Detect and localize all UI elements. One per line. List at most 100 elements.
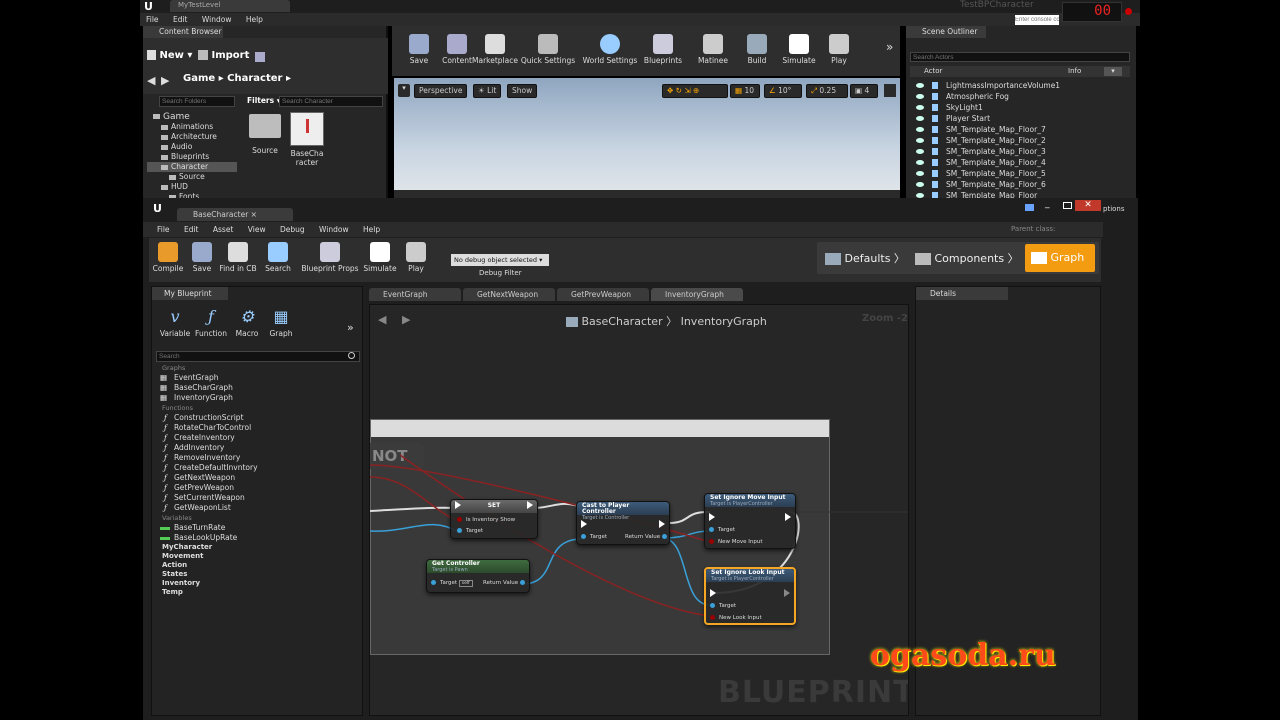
- graph-tab[interactable]: GetNextWeapon: [463, 288, 555, 301]
- search-button[interactable]: Search: [259, 242, 297, 273]
- function-item[interactable]: ƒ RotateCharToControl: [152, 423, 362, 433]
- col-info[interactable]: Info: [1068, 66, 1081, 77]
- details-tab[interactable]: Details: [916, 287, 1008, 300]
- outliner-row[interactable]: LightmassImportanceVolume1: [910, 80, 1130, 91]
- menu-edit[interactable]: Edit: [173, 15, 188, 24]
- function-item[interactable]: ƒ RemoveInventory: [152, 453, 362, 463]
- folder-tree-item[interactable]: Architecture: [147, 132, 237, 142]
- set-node[interactable]: SET Is Inventory Show Target: [450, 499, 538, 539]
- level-tab[interactable]: MyTestLevel: [170, 0, 290, 12]
- col-actor[interactable]: Actor: [924, 66, 942, 77]
- asset-source-folder[interactable]: Source: [247, 114, 283, 155]
- function-item[interactable]: ƒ CreateDefaultInvntory: [152, 463, 362, 473]
- visibility-eye-icon[interactable]: [916, 116, 924, 121]
- bp-menu-help[interactable]: Help: [363, 225, 380, 234]
- menu-file[interactable]: File: [146, 15, 159, 24]
- search-folders-input[interactable]: [159, 96, 235, 107]
- view-options-button[interactable]: ▾: [1104, 67, 1122, 76]
- variable-category[interactable]: Movement: [152, 552, 362, 561]
- outliner-row[interactable]: SM_Template_Map_Floor_5: [910, 168, 1130, 179]
- bp-document-tab[interactable]: BaseCharacter ×: [177, 208, 293, 221]
- close-button[interactable]: ✕: [1075, 200, 1101, 211]
- graph-tab[interactable]: GetPrevWeapon: [557, 288, 649, 301]
- variable-category[interactable]: Action: [152, 561, 362, 570]
- find-in-cb-button[interactable]: Find in CB: [219, 242, 257, 273]
- graph-item[interactable]: ▦ InventoryGraph: [152, 393, 362, 403]
- search-assets-input[interactable]: [279, 96, 383, 107]
- function-item[interactable]: ƒ GetWeaponList: [152, 503, 362, 513]
- folder-tree-item[interactable]: Audio: [147, 142, 237, 152]
- console-input[interactable]: [1015, 15, 1059, 25]
- function-item[interactable]: ƒ AddInventory: [152, 443, 362, 453]
- outliner-row[interactable]: Player Start: [910, 113, 1130, 124]
- camera-speed[interactable]: ▣ 4: [850, 84, 878, 98]
- bp-menu-asset[interactable]: Asset: [213, 225, 234, 234]
- mode-components[interactable]: Components 〉: [915, 250, 1019, 266]
- function-item[interactable]: ƒ ConstructionScript: [152, 413, 362, 423]
- graph-tab[interactable]: EventGraph: [369, 288, 461, 301]
- save-button[interactable]: Save: [183, 242, 221, 273]
- add-function-button[interactable]: ƒ Function: [194, 307, 228, 338]
- bp-menu-debug[interactable]: Debug: [280, 225, 305, 234]
- grid-snap[interactable]: ▦ 10: [730, 84, 760, 98]
- outliner-row[interactable]: SkyLight1: [910, 102, 1130, 113]
- variable-item[interactable]: BaseTurnRate: [152, 523, 362, 533]
- blueprints-button[interactable]: Blueprints: [636, 34, 690, 65]
- set-ignore-move-input-node[interactable]: Set Ignore Move Input Target is PlayerCon…: [704, 493, 796, 549]
- quick-settings-button[interactable]: Quick Settings: [516, 34, 580, 65]
- chat-icon[interactable]: [1025, 204, 1034, 211]
- world-settings-button[interactable]: World Settings: [578, 34, 642, 65]
- function-item[interactable]: ƒ SetCurrentWeapon: [152, 493, 362, 503]
- perspective-button[interactable]: Perspective: [414, 84, 468, 98]
- lit-button[interactable]: ☀ Lit: [473, 84, 502, 98]
- filters-button[interactable]: Filters ▾: [247, 96, 281, 105]
- mode-defaults[interactable]: Defaults 〉: [825, 250, 905, 266]
- simulate-button[interactable]: Simulate: [361, 242, 399, 273]
- play-button[interactable]: Play: [397, 242, 435, 273]
- minimize-button[interactable]: _: [1045, 200, 1057, 210]
- function-item[interactable]: ƒ CreateInventory: [152, 433, 362, 443]
- visibility-eye-icon[interactable]: [916, 149, 924, 154]
- outliner-row[interactable]: SM_Template_Map_Floor_2: [910, 135, 1130, 146]
- breadcrumb-character[interactable]: Character: [227, 73, 282, 84]
- visibility-eye-icon[interactable]: [916, 182, 924, 187]
- nav-back-icon[interactable]: ◀: [147, 74, 155, 87]
- outliner-row[interactable]: SM_Template_Map_Floor_3: [910, 146, 1130, 157]
- my-blueprint-search[interactable]: [156, 351, 360, 362]
- folder-tree-item[interactable]: Animations: [147, 122, 237, 132]
- visibility-eye-icon[interactable]: [916, 138, 924, 143]
- marketplace-button[interactable]: Marketplace: [468, 34, 522, 65]
- bp-menu-view[interactable]: View: [248, 225, 266, 234]
- add-graph-button[interactable]: ▦ Graph: [264, 307, 298, 338]
- options-link[interactable]: ptions: [1103, 205, 1125, 213]
- folder-tree-item[interactable]: Character: [147, 162, 237, 172]
- compile-button[interactable]: Compile: [149, 242, 187, 273]
- set-ignore-look-input-node[interactable]: Set Ignore Look Input Target is PlayerCon…: [704, 567, 796, 625]
- visibility-eye-icon[interactable]: [916, 105, 924, 110]
- variable-category[interactable]: MyCharacter: [152, 543, 362, 552]
- toolbar-more-icon[interactable]: »: [886, 40, 893, 54]
- rotation-snap[interactable]: ∠ 10°: [764, 84, 802, 98]
- blueprint-props-button[interactable]: Blueprint Props: [299, 242, 361, 273]
- add-macro-button[interactable]: ⚙ Macro: [230, 307, 264, 338]
- graph-item[interactable]: ▦ BaseCharGraph: [152, 383, 362, 393]
- show-button[interactable]: Show: [507, 84, 538, 98]
- save-all-icon[interactable]: [255, 52, 265, 62]
- mode-graph[interactable]: Graph: [1025, 244, 1095, 272]
- my-blueprint-tab[interactable]: My Blueprint: [152, 287, 228, 300]
- graph-tab[interactable]: InventoryGraph: [651, 288, 743, 301]
- more-icon[interactable]: »: [347, 321, 354, 334]
- visibility-eye-icon[interactable]: [916, 160, 924, 165]
- visibility-eye-icon[interactable]: [916, 127, 924, 132]
- outliner-row[interactable]: SM_Template_Map_Floor_4: [910, 157, 1130, 168]
- maximize-button[interactable]: [1063, 202, 1072, 209]
- bp-menu-file[interactable]: File: [157, 225, 170, 234]
- variable-category[interactable]: Inventory: [152, 579, 362, 588]
- menu-help[interactable]: Help: [246, 15, 263, 24]
- viewport[interactable]: ▾ Perspective ☀ Lit Show ✥ ↻ ⇲ ⊕ ▦ 10 ∠ …: [394, 78, 900, 198]
- cast-to-player-controller-node[interactable]: Cast to Player Controller Target is Contr…: [576, 501, 670, 545]
- function-item[interactable]: ƒ GetNextWeapon: [152, 473, 362, 483]
- folder-tree-item[interactable]: HUD: [147, 182, 237, 192]
- variable-item[interactable]: BaseLookUpRate: [152, 533, 362, 543]
- content-browser-tab[interactable]: Content Browser: [143, 26, 223, 38]
